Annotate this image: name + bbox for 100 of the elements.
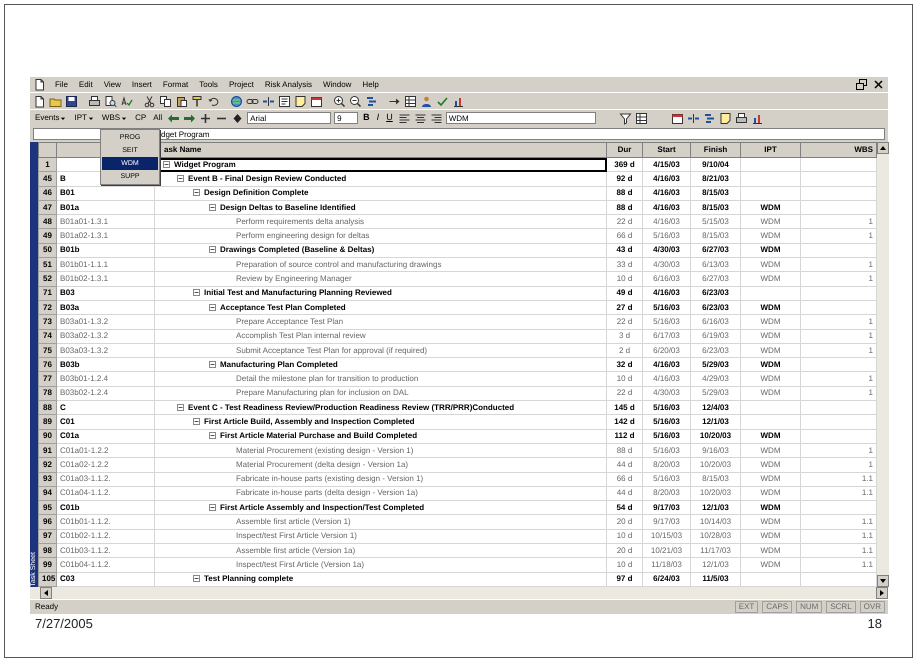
note-icon[interactable]: [294, 94, 307, 108]
row-number[interactable]: 97: [38, 529, 56, 544]
menu-item[interactable]: Edit: [76, 78, 95, 90]
row-number[interactable]: 73: [38, 314, 56, 330]
new-document-icon[interactable]: [33, 94, 46, 108]
table-icon[interactable]: [634, 112, 648, 124]
cut-icon[interactable]: [143, 94, 156, 108]
scroll-right-icon[interactable]: [876, 586, 888, 599]
format-button[interactable]: U: [384, 111, 395, 125]
row-number[interactable]: 89: [38, 414, 56, 430]
filter-icon[interactable]: [618, 112, 632, 124]
toolbar-button[interactable]: CP: [133, 112, 148, 124]
spelling-check-icon[interactable]: [120, 94, 133, 108]
globe-icon[interactable]: [230, 94, 243, 108]
person-icon[interactable]: [420, 94, 433, 108]
format-button[interactable]: B: [361, 111, 372, 125]
align-right-icon[interactable]: [430, 112, 443, 124]
task-information-icon[interactable]: [278, 94, 291, 108]
row-number[interactable]: 71: [38, 286, 56, 300]
row-number[interactable]: 91: [38, 443, 56, 458]
row-number[interactable]: 76: [38, 358, 56, 372]
menu-item[interactable]: File: [53, 78, 70, 90]
row-number[interactable]: 49: [38, 228, 56, 244]
collapse-icon[interactable]: [193, 289, 200, 296]
toolbar-menu[interactable]: IPT: [72, 112, 97, 124]
row-number[interactable]: 92: [38, 458, 56, 472]
menu-item[interactable]: Insert: [130, 78, 154, 90]
column-header[interactable]: Finish: [690, 142, 740, 158]
format-painter-icon[interactable]: [191, 94, 204, 108]
menu-item[interactable]: View: [102, 78, 123, 90]
toolbar-menu[interactable]: Events: [33, 112, 70, 124]
size-dropdown[interactable]: 9: [334, 112, 358, 124]
menu-item[interactable]: Help: [360, 78, 381, 90]
collapse-icon[interactable]: [209, 204, 216, 211]
collapse-icon[interactable]: [209, 246, 216, 254]
row-number[interactable]: 96: [38, 514, 56, 530]
zoom-in-icon[interactable]: [333, 94, 346, 108]
calendar-icon[interactable]: [670, 112, 684, 124]
row-number[interactable]: 88: [38, 400, 56, 415]
collapse-icon[interactable]: [177, 404, 184, 411]
scroll-up-icon[interactable]: [877, 142, 889, 154]
collapse-icon[interactable]: [209, 504, 216, 511]
align-center-icon[interactable]: [414, 112, 427, 124]
table-icon[interactable]: [404, 94, 417, 108]
calendar-icon[interactable]: [310, 94, 323, 108]
scroll-down-icon[interactable]: [877, 574, 889, 587]
collapse-icon[interactable]: [163, 160, 170, 168]
row-number[interactable]: 95: [38, 500, 56, 515]
collapse-icon[interactable]: [193, 418, 200, 425]
menu-item[interactable]: Tools: [197, 78, 220, 90]
align-left-icon[interactable]: [398, 112, 411, 124]
checkmark-icon[interactable]: [436, 94, 449, 108]
toolbar-menu[interactable]: WBS: [100, 112, 130, 124]
row-number[interactable]: 90: [38, 429, 56, 444]
row-number[interactable]: 105: [38, 572, 56, 586]
move-right-icon[interactable]: [183, 112, 196, 124]
restore-icon[interactable]: [855, 78, 868, 91]
copy-icon[interactable]: [159, 94, 172, 108]
note-icon[interactable]: [718, 112, 732, 124]
row-number[interactable]: 45: [38, 172, 56, 186]
row-number[interactable]: 77: [38, 372, 56, 386]
format-button[interactable]: I: [374, 111, 382, 125]
menu-item[interactable]: Project: [226, 78, 256, 90]
collapse-icon[interactable]: [193, 189, 200, 196]
collapse-icon[interactable]: [209, 432, 216, 440]
row-number[interactable]: 78: [38, 386, 56, 401]
split-task-icon[interactable]: [262, 94, 275, 108]
collapse-icon[interactable]: [209, 360, 216, 368]
collapse-icon[interactable]: [193, 575, 200, 582]
row-number[interactable]: 75: [38, 343, 56, 358]
menu-item[interactable]: Format: [160, 78, 190, 90]
collapse-icon[interactable]: [177, 174, 184, 182]
row-number[interactable]: 48: [38, 214, 56, 229]
collapse-icon[interactable]: [209, 304, 216, 311]
gantt-bars-icon[interactable]: [365, 94, 378, 108]
column-header[interactable]: Start: [642, 142, 690, 158]
column-header[interactable]: IPT: [740, 142, 800, 158]
menu-item[interactable]: Window: [320, 78, 354, 90]
row-number[interactable]: 99: [38, 558, 56, 572]
gantt-bars-icon[interactable]: [702, 112, 716, 124]
row-number[interactable]: 93: [38, 472, 56, 486]
row-number[interactable]: 50: [38, 243, 56, 258]
row-number[interactable]: 52: [38, 272, 56, 286]
print-icon[interactable]: [734, 112, 748, 124]
scroll-left-icon[interactable]: [40, 586, 52, 599]
close-icon[interactable]: [872, 78, 885, 91]
zoom-out-icon[interactable]: [349, 94, 362, 108]
toolbar-button[interactable]: All: [151, 112, 164, 124]
save-icon[interactable]: [65, 94, 78, 108]
print-preview-icon[interactable]: [104, 94, 117, 108]
row-number[interactable]: 72: [38, 300, 56, 315]
row-number[interactable]: 94: [38, 486, 56, 501]
row-number[interactable]: 98: [38, 544, 56, 558]
row-number[interactable]: 51: [38, 258, 56, 272]
horizontal-scrollbar[interactable]: [30, 586, 888, 599]
row-number[interactable]: 47: [38, 200, 56, 215]
column-header[interactable]: Dur: [606, 142, 642, 158]
column-header[interactable]: WBS: [800, 142, 876, 158]
plus-icon[interactable]: [199, 112, 212, 124]
print-icon[interactable]: [88, 94, 101, 108]
